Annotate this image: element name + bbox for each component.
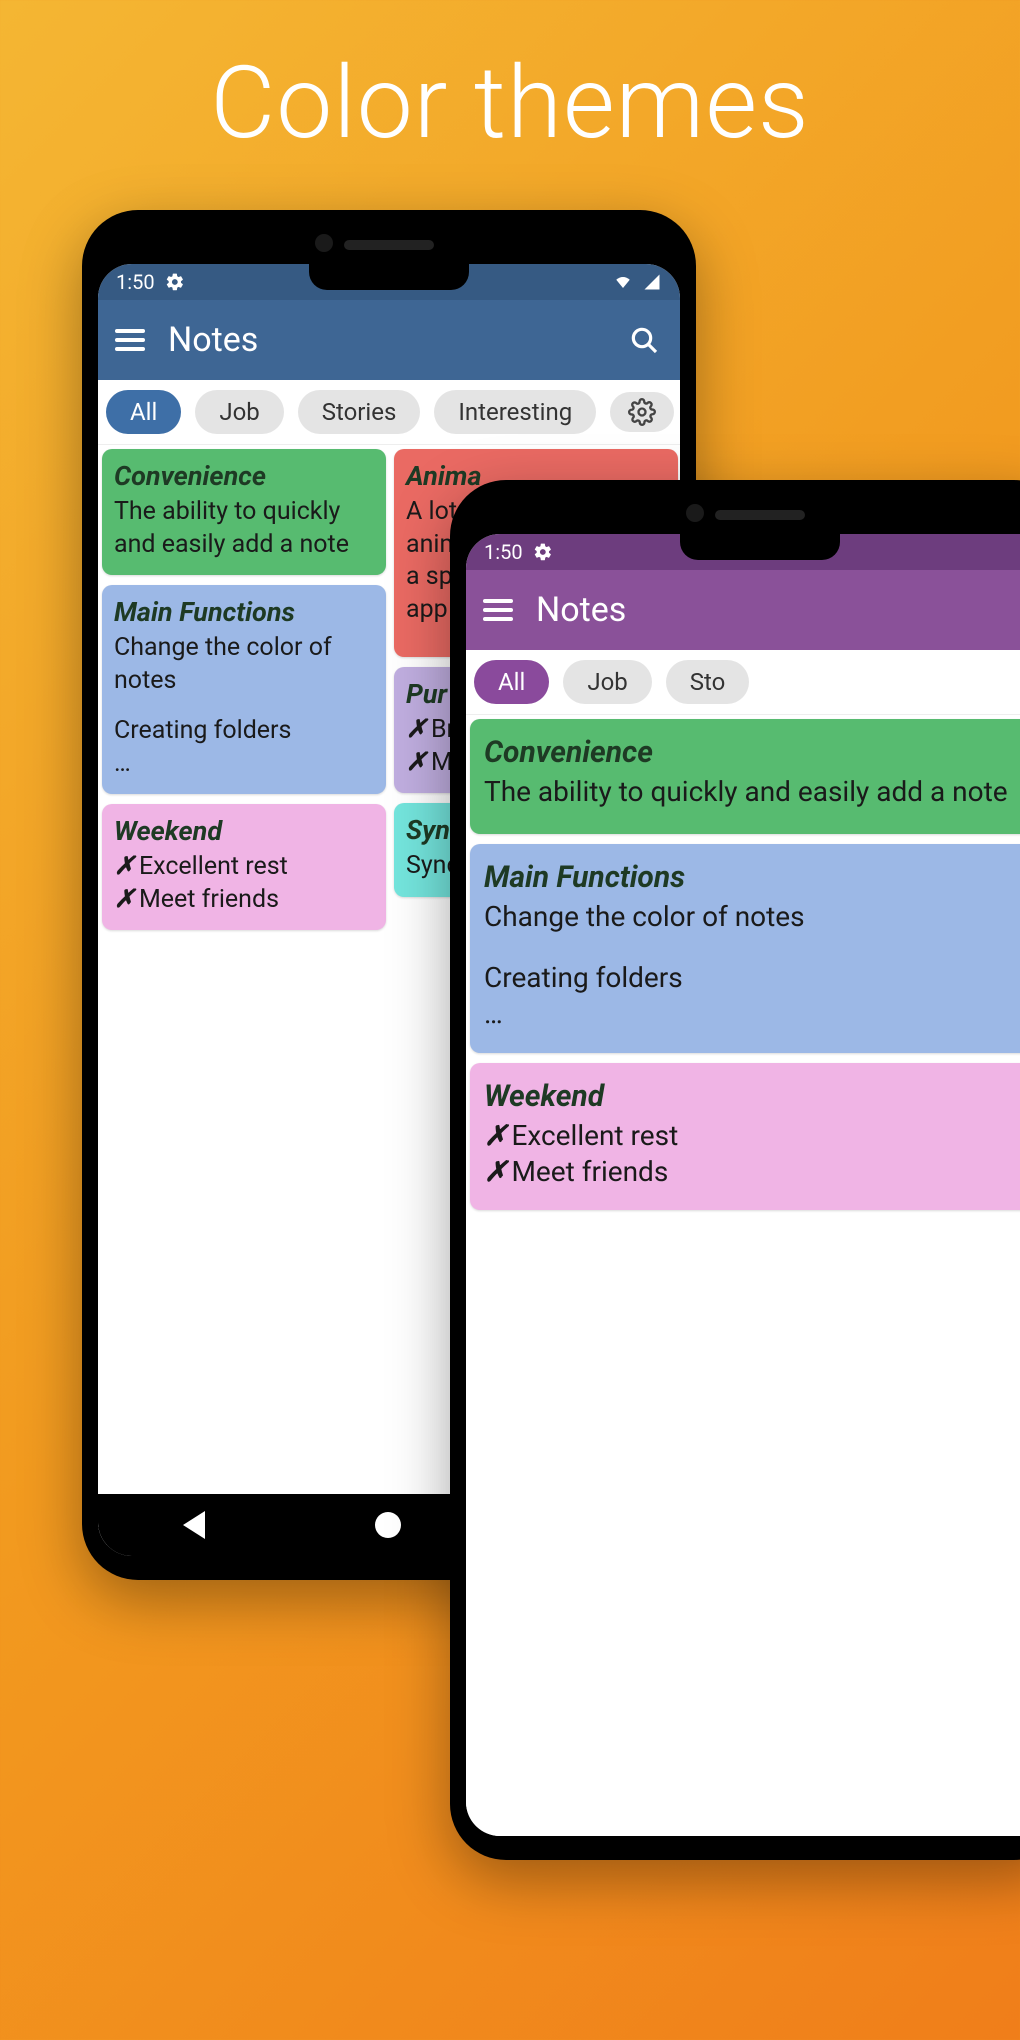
status-time: 1:50 — [484, 540, 523, 564]
note-convenience[interactable]: Convenience The ability to quickly and e… — [102, 449, 386, 575]
note-body: … — [484, 996, 1016, 1032]
settings-status-icon — [533, 542, 553, 562]
note-body: Creating folders — [484, 960, 1016, 996]
chip-stories[interactable]: Stories — [298, 390, 421, 434]
note-title: Weekend — [114, 814, 374, 849]
note-body: The ability to quickly and easily add a … — [114, 496, 374, 561]
cell-signal-icon — [642, 273, 662, 291]
note-title: Convenience — [484, 733, 1016, 772]
app-title: Notes — [536, 590, 626, 630]
chip-job[interactable]: Job — [563, 660, 651, 704]
menu-icon[interactable] — [110, 338, 150, 342]
chip-all[interactable]: All — [474, 660, 549, 704]
status-time: 1:50 — [116, 270, 155, 294]
note-body: Creating folders — [114, 715, 374, 748]
filter-chips-row: All Job Sto — [466, 650, 1020, 715]
phone-mockup-purple: 1:50 Notes All Job Sto Convenience The a… — [450, 480, 1020, 1860]
chip-settings[interactable] — [610, 392, 674, 432]
note-body: … — [114, 748, 374, 781]
filter-chips-row: All Job Stories Interesting — [98, 380, 680, 445]
notes-grid: Convenience The ability to quickly and e… — [466, 715, 1020, 1836]
app-title: Notes — [168, 320, 258, 360]
note-title: Convenience — [114, 459, 374, 494]
note-main-functions[interactable]: Main Functions Change the color of notes… — [470, 844, 1020, 1052]
note-checklist-item: ✗Meet friends — [484, 1154, 1016, 1190]
note-weekend[interactable]: Weekend ✗Excellent rest ✗Meet friends — [470, 1063, 1020, 1211]
nav-back-icon[interactable] — [183, 1511, 205, 1539]
note-weekend[interactable]: Weekend ✗Excellent rest ✗Meet friends — [102, 804, 386, 930]
chip-stories[interactable]: Sto — [666, 660, 750, 704]
note-main-functions[interactable]: Main Functions Change the color of notes… — [102, 585, 386, 794]
settings-status-icon — [165, 272, 185, 292]
search-icon[interactable] — [628, 324, 660, 356]
app-bar: Notes — [98, 300, 680, 380]
app-bar: Notes — [466, 570, 1020, 650]
nav-home-icon[interactable] — [375, 1512, 401, 1538]
chip-job[interactable]: Job — [195, 390, 283, 434]
menu-icon[interactable] — [478, 608, 518, 612]
note-checklist-item: ✗Excellent rest — [484, 1118, 1016, 1154]
note-body: Change the color of notes — [484, 899, 1016, 935]
chip-interesting[interactable]: Interesting — [434, 390, 596, 434]
note-title: Main Functions — [114, 595, 374, 630]
note-checklist-item: ✗Meet friends — [114, 884, 374, 917]
note-title: Main Functions — [484, 858, 1016, 897]
chip-all[interactable]: All — [106, 390, 181, 434]
note-title: Weekend — [484, 1077, 1016, 1116]
note-body: Change the color of notes — [114, 632, 374, 697]
note-convenience[interactable]: Convenience The ability to quickly and e… — [470, 719, 1020, 834]
wifi-icon — [612, 273, 634, 291]
note-checklist-item: ✗Excellent rest — [114, 851, 374, 884]
note-body: The ability to quickly and easily add a … — [484, 774, 1016, 810]
promo-title: Color themes — [0, 0, 1020, 162]
